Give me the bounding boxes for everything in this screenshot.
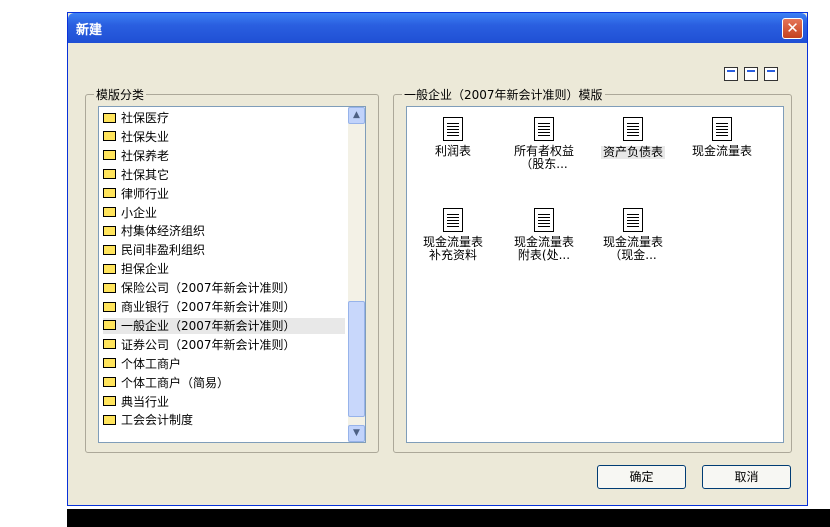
folder-icon: [103, 150, 116, 161]
folder-icon: [103, 169, 116, 180]
folder-icon: [103, 414, 116, 425]
template-item-label: 利润表: [434, 144, 471, 158]
list-view-icon[interactable]: [744, 67, 758, 81]
category-item-label: 保险公司（2007年新会计准则）: [121, 281, 296, 296]
category-item[interactable]: 村集体经济组织: [103, 223, 345, 239]
folder-icon: [103, 339, 116, 350]
folder-icon: [103, 320, 116, 331]
category-item-label: 社保其它: [121, 167, 170, 182]
template-item-label: 现金流量表: [691, 144, 752, 158]
category-scrollbar[interactable]: ▲ ▼: [348, 107, 365, 442]
spreadsheet-document-icon: [443, 208, 463, 232]
category-item[interactable]: 一般企业（2007年新会计准则）: [103, 317, 345, 334]
folder-icon: [103, 131, 116, 142]
category-item-label: 社保医疗: [121, 111, 170, 125]
template-list[interactable]: 利润表 所有者权益 （股东... 资产负债表 现金流量表现金流量表 补充资料 现金流量表…: [406, 106, 784, 443]
category-item-label: 村集体经济组织: [121, 224, 206, 239]
category-item[interactable]: 社保失业: [103, 129, 345, 145]
folder-icon: [103, 358, 116, 369]
category-item-label: 一般企业（2007年新会计准则）: [121, 318, 296, 333]
large-icons-view-icon[interactable]: [724, 67, 738, 81]
template-group-label: 一般企业（2007年新会计准则）模版: [402, 86, 605, 103]
category-item[interactable]: 工会会计制度: [103, 412, 345, 428]
category-item[interactable]: 社保其它: [103, 167, 345, 183]
folder-icon: [103, 263, 116, 274]
template-item[interactable]: 利润表: [413, 117, 493, 158]
category-item[interactable]: 证券公司（2007年新会计准则）: [103, 337, 345, 353]
category-item-label: 商业银行（2007年新会计准则）: [121, 300, 296, 314]
folder-icon: [103, 396, 116, 406]
category-item-label: 个体工商户: [121, 356, 182, 371]
template-item-label: 现金流量表 （现金...: [602, 235, 663, 262]
category-group: 模版分类 ▲ ▼ 社保医疗社保失业社保养老社保其它律师行业小企业村集体经济组织民…: [85, 86, 379, 453]
template-item[interactable]: 资产负债表: [593, 117, 673, 159]
folder-icon: [103, 301, 116, 312]
template-item[interactable]: 现金流量表 补充资料: [413, 208, 493, 262]
template-item[interactable]: 所有者权益 （股东...: [504, 117, 584, 171]
template-item-label: 资产负债表: [600, 145, 665, 159]
category-item[interactable]: 担保企业: [103, 261, 345, 277]
scroll-down-button[interactable]: ▼: [348, 425, 365, 442]
category-item[interactable]: 典当行业: [103, 394, 345, 410]
folder-icon: [103, 225, 116, 236]
scroll-thumb[interactable]: [348, 301, 365, 417]
template-item-label: 现金流量表 补充资料: [422, 235, 483, 262]
folder-icon: [103, 282, 116, 293]
folder-icon: [103, 188, 116, 199]
category-item-label: 律师行业: [121, 186, 170, 201]
folder-icon: [103, 112, 116, 123]
category-item-label: 担保企业: [121, 262, 170, 277]
category-item-label: 社保养老: [121, 148, 170, 163]
spreadsheet-document-icon: [443, 117, 463, 141]
category-item[interactable]: 民间非盈利组织: [103, 242, 345, 258]
background-taskbar: [67, 509, 830, 527]
category-item-label: 民间非盈利组织: [121, 243, 206, 258]
ok-button[interactable]: 确定: [597, 465, 686, 489]
category-item[interactable]: 个体工商户（简易）: [103, 375, 345, 391]
window-title: 新建: [76, 23, 103, 38]
category-item[interactable]: 律师行业: [103, 186, 345, 202]
template-group: 一般企业（2007年新会计准则）模版 利润表 所有者权益 （股东... 资产负债表现…: [393, 86, 792, 453]
category-item-label: 小企业: [121, 205, 158, 220]
spreadsheet-document-icon: [534, 208, 554, 232]
template-item[interactable]: 现金流量表 附表(处...: [504, 208, 584, 262]
category-item[interactable]: 社保养老: [103, 148, 345, 164]
category-item[interactable]: 保险公司（2007年新会计准则）: [103, 280, 345, 296]
template-item[interactable]: 现金流量表 （现金...: [593, 208, 673, 262]
template-item-label: 现金流量表 附表(处...: [513, 235, 574, 262]
spreadsheet-document-icon: [623, 117, 643, 141]
folder-icon: [103, 244, 116, 255]
category-item-label: 典当行业: [121, 394, 170, 409]
category-group-label: 模版分类: [94, 86, 147, 103]
cancel-button[interactable]: 取消: [702, 465, 791, 489]
details-view-icon[interactable]: [764, 67, 778, 81]
category-item-label: 证券公司（2007年新会计准则）: [121, 337, 296, 352]
category-item[interactable]: 商业银行（2007年新会计准则）: [103, 299, 345, 315]
close-button[interactable]: ✕: [782, 18, 803, 39]
category-item-label: 社保失业: [121, 129, 170, 144]
new-dialog: 新建 ✕ 模版分类 ▲ ▼ 社保医疗社保失业社保养老社保其它律师行业小企业村集体…: [67, 12, 808, 506]
folder-icon: [103, 207, 116, 217]
spreadsheet-document-icon: [623, 208, 643, 232]
template-item[interactable]: 现金流量表: [682, 117, 762, 158]
folder-icon: [103, 377, 116, 388]
category-item[interactable]: 小企业: [103, 205, 345, 221]
scroll-up-button[interactable]: ▲: [348, 107, 365, 124]
category-item-label: 工会会计制度: [121, 413, 194, 428]
category-item[interactable]: 个体工商户: [103, 356, 345, 372]
template-item-label: 所有者权益 （股东...: [513, 144, 574, 171]
category-list[interactable]: ▲ ▼ 社保医疗社保失业社保养老社保其它律师行业小企业村集体经济组织 民间非盈利组…: [98, 106, 366, 443]
spreadsheet-document-icon: [534, 117, 554, 141]
spreadsheet-document-icon: [712, 117, 732, 141]
category-item-label: 个体工商户（简易）: [121, 375, 230, 390]
category-item[interactable]: 社保医疗: [103, 110, 345, 126]
title-bar[interactable]: 新建 ✕: [68, 13, 807, 43]
